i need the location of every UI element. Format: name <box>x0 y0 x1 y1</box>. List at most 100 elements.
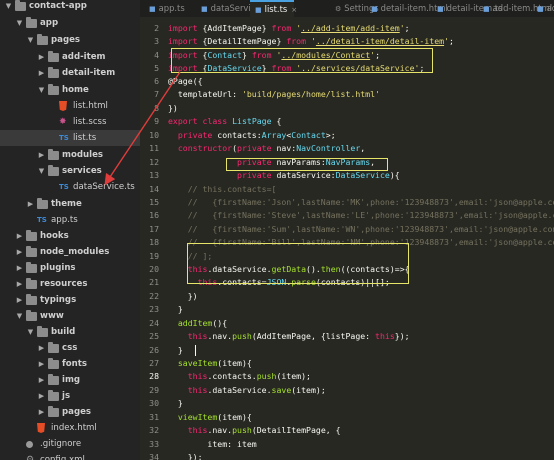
chevron-right-icon[interactable]: ▶ <box>37 356 46 372</box>
explorer-item-list-html[interactable]: list.html <box>0 98 140 114</box>
explorer-item-hooks[interactable]: ▶ hooks <box>0 228 140 244</box>
code-line[interactable]: addItem(){ <box>168 318 227 328</box>
explorer-item-contact-app[interactable]: ▼ contact-app <box>0 0 140 14</box>
code-line[interactable]: // ]; <box>168 251 213 261</box>
code-line[interactable]: import {AddItemPage} from '../add-item/a… <box>168 23 410 33</box>
code-line[interactable]: item: item <box>168 439 256 449</box>
chevron-right-icon[interactable]: ▶ <box>37 147 46 163</box>
explorer-item-list-scss[interactable]: ✸ list.scss <box>0 114 140 130</box>
chevron-right-icon[interactable]: ▶ <box>26 196 35 212</box>
code-line[interactable]: private dataService:DataService){ <box>168 170 400 180</box>
code-line[interactable]: // {firstName:'Sum',lastName:'WN',phone:… <box>168 224 554 234</box>
explorer-item-css[interactable]: ▶ css <box>0 340 140 356</box>
explorer-item-typings[interactable]: ▶ typings <box>0 292 140 308</box>
chevron-right-icon[interactable]: ▶ <box>15 276 24 292</box>
editor-tab-bar: ■ app.ts ■ dataService ■ list.ts × ⚙ Settings ■ de… <box>140 0 554 17</box>
close-tab-icon[interactable]: × <box>291 6 297 14</box>
chevron-down-icon[interactable]: ▼ <box>26 324 35 340</box>
code-line[interactable]: } <box>168 304 183 314</box>
chevron-right-icon[interactable]: ▶ <box>37 404 46 420</box>
explorer-item-www[interactable]: ▼ www <box>0 308 140 324</box>
line-number: 15 <box>149 197 159 207</box>
code-line[interactable]: @Page({ <box>168 76 203 86</box>
code-line[interactable]: import {DataService} from '../services/d… <box>168 63 424 73</box>
explorer-item-plugins[interactable]: ▶ plugins <box>0 260 140 276</box>
explorer-item-modules[interactable]: ▶ modules <box>0 147 140 163</box>
explorer-item-add-item[interactable]: ▶ add-item <box>0 49 140 65</box>
explorer-item-app[interactable]: ▼ app <box>0 15 140 31</box>
code-line[interactable]: import {Contact} from '../modules/Contac… <box>168 50 380 60</box>
explorer-item-label: fonts <box>62 359 87 369</box>
tab-add-item-ts[interactable]: ■add-item.ts <box>532 0 554 17</box>
explorer-item-build[interactable]: ▼ build <box>0 324 140 340</box>
explorer-item-list-ts[interactable]: TS list.ts <box>0 130 140 146</box>
code-editor[interactable]: 2 3 4 5 6 7 8 9 10 11 12 13 14 15 16 17 18 19 20 21 22 23 24 25… <box>140 17 554 460</box>
code-line[interactable]: } <box>168 398 183 408</box>
code-line[interactable]: this.contacts.push(item); <box>168 371 311 381</box>
chevron-right-icon[interactable]: ▶ <box>15 244 24 260</box>
chevron-right-icon[interactable]: ▶ <box>37 372 46 388</box>
chevron-right-icon[interactable]: ▶ <box>15 292 24 308</box>
code-line[interactable]: // this.contacts=[ <box>168 184 277 194</box>
explorer-item-img[interactable]: ▶ img <box>0 372 140 388</box>
explorer-item-app-ts[interactable]: TS app.ts <box>0 212 140 228</box>
code-line[interactable]: }) <box>168 103 178 113</box>
chevron-right-icon[interactable]: ▶ <box>15 260 24 276</box>
tab-app-ts[interactable]: ■ app.ts <box>144 0 185 17</box>
code-line[interactable]: viewItem(item){ <box>168 412 252 422</box>
code-line[interactable]: // {firstName:'Bill',lastName:'NM',phone… <box>168 237 554 247</box>
code-line[interactable]: // {firstName:'Json',lastName:'MK',phone… <box>168 197 554 207</box>
chevron-right-icon[interactable]: ▶ <box>37 49 46 65</box>
chevron-down-icon[interactable]: ▼ <box>15 308 24 324</box>
chevron-right-icon[interactable]: ▶ <box>37 340 46 356</box>
chevron-down-icon[interactable]: ▼ <box>37 163 46 179</box>
code-line[interactable]: constructor(private nav:NavController, <box>168 143 365 153</box>
explorer-item-dataservice-ts[interactable]: TS dataService.ts <box>0 179 140 195</box>
explorer-item-services[interactable]: ▼ services <box>0 163 140 179</box>
line-number: 12 <box>149 157 159 167</box>
code-line[interactable]: }) <box>168 291 198 301</box>
code-line[interactable]: this.dataService.save(item); <box>168 385 326 395</box>
code-line[interactable]: templateUrl: 'build/pages/home/list.html… <box>168 89 380 99</box>
tab-label: add-item.ts <box>546 3 554 13</box>
code-line[interactable]: }); <box>168 452 203 460</box>
chevron-down-icon[interactable]: ▼ <box>15 15 24 31</box>
explorer-item-index-html[interactable]: index.html <box>0 420 140 436</box>
chevron-right-icon[interactable]: ▶ <box>15 228 24 244</box>
explorer-item-label: hooks <box>40 231 69 241</box>
code-line[interactable]: this.contacts=JSON.parse(contacts)||[]; <box>168 277 390 287</box>
code-line[interactable]: this.nav.push(AddItemPage, {listPage: th… <box>168 331 410 341</box>
explorer-item-fonts[interactable]: ▶ fonts <box>0 356 140 372</box>
line-number: 29 <box>149 385 159 395</box>
code-line[interactable]: } <box>168 345 183 355</box>
code-line[interactable]: export class ListPage { <box>168 116 281 126</box>
code-line[interactable]: this.nav.push(DetailItemPage, { <box>168 425 341 435</box>
explorer-item-resources[interactable]: ▶ resources <box>0 276 140 292</box>
code-line[interactable]: private navParams:NavParams, <box>168 157 375 167</box>
tab-list-ts[interactable]: ■ list.ts × <box>250 0 297 17</box>
explorer-item-detail-item[interactable]: ▶ detail-item <box>0 65 140 81</box>
explorer-item-gitignore[interactable]: .gitignore <box>0 436 140 452</box>
chevron-down-icon[interactable]: ▼ <box>26 32 35 48</box>
chevron-right-icon[interactable]: ▶ <box>37 65 46 81</box>
code-line[interactable]: // {firstName:'Steve',lastName:'LE',phon… <box>168 210 554 220</box>
explorer-item-home[interactable]: ▼ home <box>0 82 140 98</box>
chevron-right-icon[interactable]: ▶ <box>37 388 46 404</box>
chevron-down-icon[interactable]: ▼ <box>37 82 46 98</box>
explorer-item-label: build <box>51 327 76 337</box>
explorer-item-pages[interactable]: ▶ pages <box>0 404 140 420</box>
line-number: 18 <box>149 237 159 247</box>
explorer-item-node-modules[interactable]: ▶ node_modules <box>0 244 140 260</box>
explorer-item-theme[interactable]: ▶ theme <box>0 196 140 212</box>
explorer-item-label: node_modules <box>40 247 110 257</box>
code-line[interactable]: this.dataService.getData().then((contact… <box>168 264 410 274</box>
code-line[interactable]: private contacts:Array<Contact>; <box>168 130 336 140</box>
code-line[interactable]: import {DetailItemPage} from '../detail-… <box>168 36 454 46</box>
file-explorer[interactable]: ▼ contact-app ▼ app ▼ pages ▶ add-item ▶ detail-i… <box>0 0 140 460</box>
folder-icon <box>26 229 37 241</box>
explorer-item-config-xml[interactable]: ⚙ config.xml <box>0 452 140 460</box>
explorer-item-pages[interactable]: ▼ pages <box>0 32 140 48</box>
code-line[interactable]: saveItem(item){ <box>168 358 252 368</box>
explorer-item-js[interactable]: ▶ js <box>0 388 140 404</box>
chevron-down-icon[interactable]: ▼ <box>4 0 13 14</box>
